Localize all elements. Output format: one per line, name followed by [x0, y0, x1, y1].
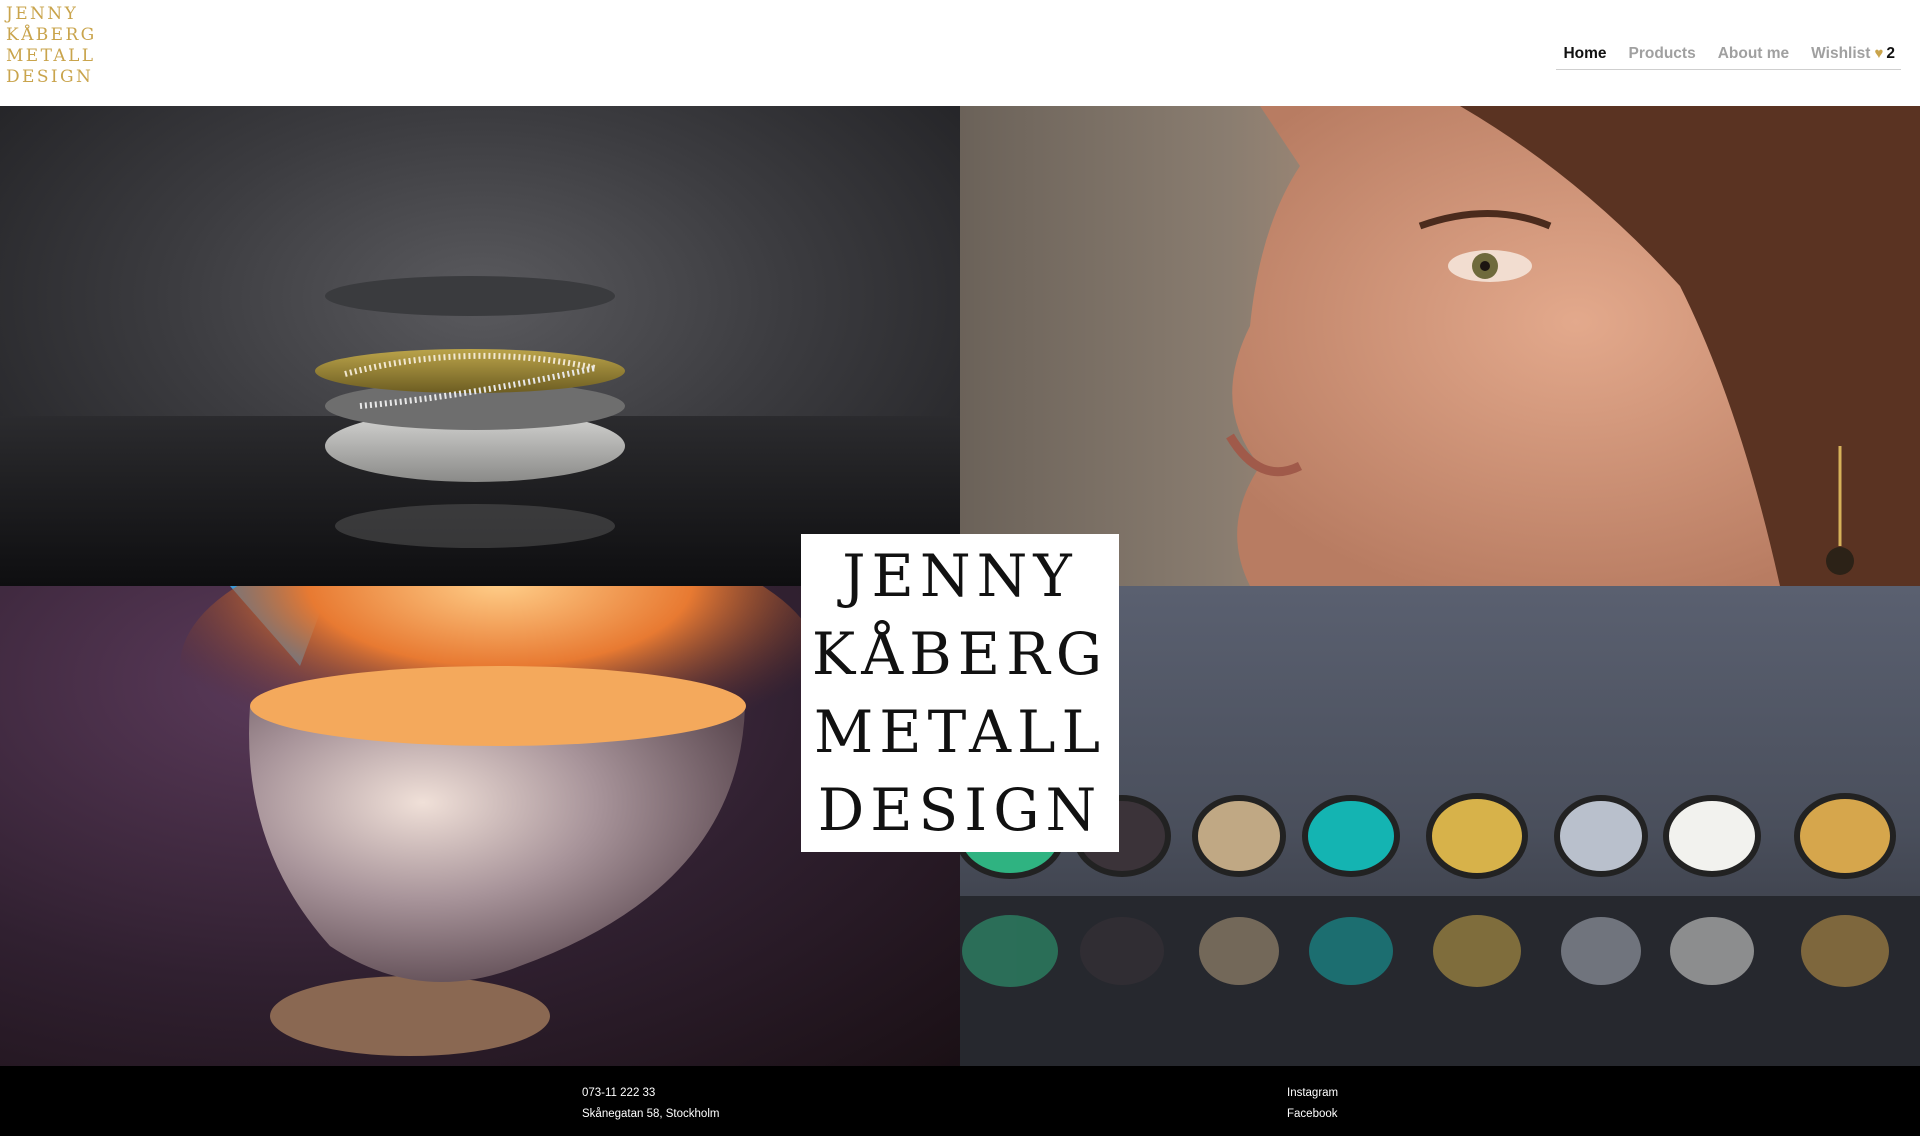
stacked-rings-photo — [0, 106, 960, 586]
hero-logo-line: METALL — [813, 698, 1107, 766]
hero-grid: JENNY KÅBERG METALL DESIGN — [0, 106, 1920, 1066]
logo-line: DESIGN — [6, 67, 94, 87]
contact-info: 073-11 222 33 Skånegatan 58, Stockholm — [582, 1083, 719, 1125]
logo-line: JENNY — [6, 4, 79, 24]
nav-products[interactable]: Products — [1629, 45, 1696, 63]
hero-logo: JENNY KÅBERG METALL DESIGN — [801, 534, 1119, 852]
main-nav: Home Products About me Wishlist ♥ 2 — [1556, 38, 1901, 70]
address: Skånegatan 58, Stockholm — [582, 1108, 720, 1120]
wishlist-label: Wishlist — [1811, 44, 1871, 62]
woman-earring-photo — [960, 106, 1920, 586]
wishlist-count: 2 — [1886, 44, 1895, 62]
instagram-link[interactable]: Instagram — [1287, 1083, 1338, 1104]
portrait-illustration — [1226, 106, 1920, 586]
social-links: Instagram Facebook — [1287, 1083, 1338, 1125]
header-logo[interactable]: JENNY KÅBERG METALL DESIGN — [6, 4, 97, 88]
site-header: JENNY KÅBERG METALL DESIGN Home Products… — [0, 0, 1920, 106]
facebook-link[interactable]: Facebook — [1287, 1104, 1338, 1125]
nav-wishlist[interactable]: Wishlist ♥ 2 — [1811, 45, 1895, 63]
hero-logo-line: JENNY — [842, 542, 1078, 610]
nav-about[interactable]: About me — [1718, 45, 1789, 63]
stacked-rings-illustration — [0, 276, 960, 586]
heart-icon: ♥ — [1874, 45, 1884, 62]
site-footer: 073-11 222 33 Skånegatan 58, Stockholm I… — [0, 1066, 1920, 1136]
hero-logo-line: KÅBERG — [811, 620, 1109, 688]
logo-line: KÅBERG — [6, 25, 97, 45]
hero-logo-line: DESIGN — [817, 776, 1103, 844]
logo-line: METALL — [6, 46, 96, 66]
nav-home[interactable]: Home — [1563, 45, 1606, 63]
phone-number: 073-11 222 33 — [582, 1087, 656, 1099]
